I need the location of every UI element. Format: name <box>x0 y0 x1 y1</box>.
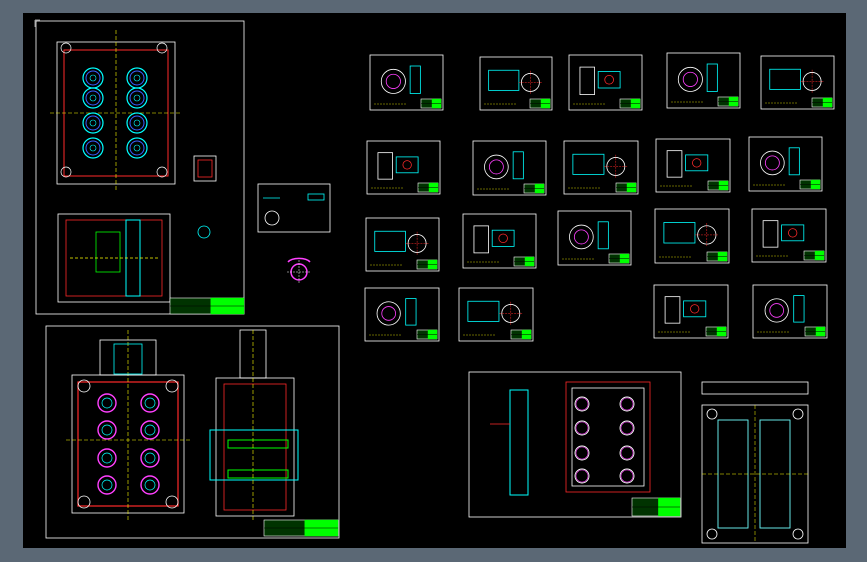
part-drawing-sheet <box>364 287 440 342</box>
title-block <box>416 259 438 270</box>
part-drawing-sheet <box>748 136 823 192</box>
part-drawing-sheet <box>563 140 639 195</box>
part-drawing-sheet <box>568 54 643 111</box>
title-block <box>799 179 821 190</box>
part-drawing-sheet <box>557 210 632 266</box>
part-drawing-sheet <box>462 213 537 269</box>
part-drawing-sheet <box>655 138 731 193</box>
assembly-sheet-bottom-left <box>45 325 340 539</box>
part-drawing-sheet <box>752 284 828 339</box>
part-drawing-sheet <box>458 287 534 342</box>
drawing-viewport[interactable] <box>23 13 846 548</box>
title-block <box>707 180 729 191</box>
title-block <box>523 183 545 194</box>
title-block <box>705 326 727 337</box>
title-block <box>717 96 739 107</box>
title-block <box>631 497 681 517</box>
ejector-plate-drawing-sheet <box>701 381 809 544</box>
cad-window <box>0 0 867 562</box>
drawing-canvas[interactable] <box>23 13 846 548</box>
part-drawing-sheet <box>751 208 827 263</box>
plate-drawing-sheet <box>468 371 682 518</box>
part-drawing-sheet <box>479 56 553 111</box>
part-drawing-sheet <box>365 217 440 272</box>
title-block <box>619 98 641 109</box>
title-block <box>811 97 833 108</box>
title-block <box>803 250 825 261</box>
title-block <box>420 98 442 109</box>
title-block <box>169 297 245 315</box>
title-block <box>529 98 551 109</box>
part-drawing-sheet <box>472 140 547 196</box>
title-block <box>263 519 339 537</box>
title-block <box>416 329 438 340</box>
part-drawing-sheet <box>653 284 729 339</box>
part-drawing-sheet <box>666 52 741 109</box>
title-block <box>417 182 439 193</box>
loose-part-insert <box>287 257 311 284</box>
title-block <box>615 182 637 193</box>
title-block <box>510 329 532 340</box>
part-drawing-sheet <box>654 208 730 264</box>
loose-part-plate <box>257 183 331 233</box>
part-drawing-sheet <box>369 54 444 111</box>
title-block <box>804 326 826 337</box>
part-drawing-sheet <box>760 55 835 110</box>
title-block <box>513 256 535 267</box>
title-block <box>608 253 630 264</box>
title-block <box>706 251 728 262</box>
assembly-sheet-top-left <box>35 20 245 315</box>
part-drawing-sheet <box>366 140 441 195</box>
